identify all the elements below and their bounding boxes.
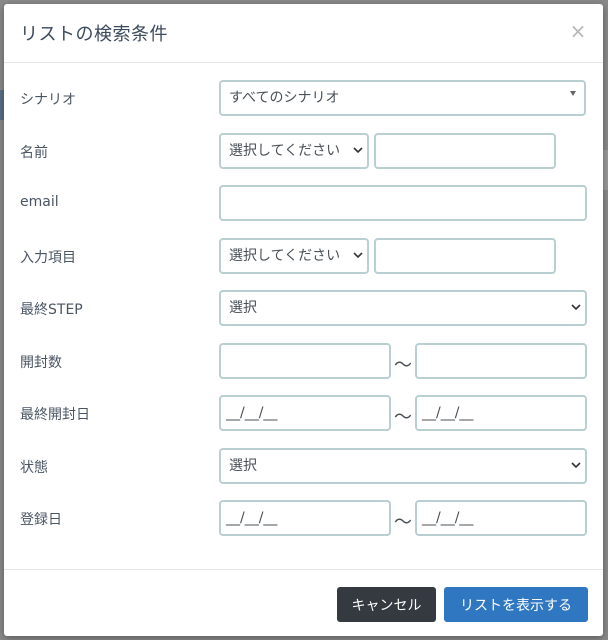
input-item-row: 入力項目 選択してください — [4, 238, 603, 276]
email-input[interactable] — [219, 185, 587, 221]
name-select-value: 選択してください — [229, 143, 341, 159]
cancel-button[interactable]: キャンセル — [337, 587, 436, 622]
status-select[interactable]: 選択 — [219, 448, 587, 484]
registered-date-label: 登録日 — [20, 512, 62, 528]
status-select-value: 選択 — [229, 458, 257, 474]
email-label: email — [20, 194, 59, 210]
close-icon: × — [569, 19, 587, 43]
last-open-date-label: 最終開封日 — [20, 407, 90, 423]
range-separator: 〜 — [394, 407, 412, 428]
chevron-down-icon — [353, 250, 363, 260]
input-item-input[interactable] — [374, 238, 556, 274]
input-item-select-value: 選択してください — [229, 248, 341, 264]
modal-footer: キャンセル リストを表示する — [4, 569, 603, 637]
registered-date-from-input[interactable]: __/__/__ — [219, 500, 391, 536]
chevron-down-icon — [571, 302, 581, 312]
last-step-row: 最終STEP 選択 — [4, 290, 603, 328]
name-input[interactable] — [374, 133, 556, 169]
name-row: 名前 選択してください — [4, 133, 603, 171]
input-item-label: 入力項目 — [20, 250, 76, 266]
last-open-date-to-value: __/__/__ — [422, 405, 474, 421]
registered-date-from-value: __/__/__ — [226, 510, 278, 526]
chevron-down-icon — [353, 145, 363, 155]
last-open-date-from-input[interactable]: __/__/__ — [219, 395, 391, 431]
range-separator: 〜 — [394, 512, 412, 533]
registered-date-to-input[interactable]: __/__/__ — [415, 500, 587, 536]
input-item-select[interactable]: 選択してください — [219, 238, 369, 274]
last-open-date-row: 最終開封日 __/__/__ 〜 __/__/__ — [4, 395, 603, 433]
last-step-label: 最終STEP — [20, 302, 83, 318]
open-count-label: 開封数 — [20, 355, 62, 371]
scenario-select-value: すべてのシナリオ — [229, 90, 340, 106]
email-row: email — [4, 185, 603, 223]
dropdown-arrow-icon — [570, 91, 576, 96]
name-select[interactable]: 選択してください — [219, 133, 369, 169]
last-open-date-to-input[interactable]: __/__/__ — [415, 395, 587, 431]
range-separator: 〜 — [394, 355, 412, 376]
last-open-date-from-value: __/__/__ — [226, 405, 278, 421]
status-label: 状態 — [20, 460, 48, 476]
scenario-label: シナリオ — [20, 92, 76, 108]
name-label: 名前 — [20, 145, 48, 161]
scenario-row: シナリオ すべてのシナリオ — [4, 80, 603, 118]
registered-date-to-value: __/__/__ — [422, 510, 474, 526]
background-page-fragment — [603, 150, 608, 190]
last-step-select[interactable]: 選択 — [219, 290, 587, 326]
modal-header: リストの検索条件 × — [4, 4, 603, 63]
status-row: 状態 選択 — [4, 448, 603, 486]
search-conditions-modal: リストの検索条件 × シナリオ すべてのシナリオ 名前 選択してください ema… — [4, 4, 603, 636]
scenario-select[interactable]: すべてのシナリオ — [219, 80, 586, 116]
registered-date-row: 登録日 __/__/__ 〜 __/__/__ — [4, 500, 603, 538]
modal-title: リストの検索条件 — [20, 24, 168, 45]
open-count-to-input[interactable] — [415, 343, 587, 379]
show-list-button[interactable]: リストを表示する — [444, 587, 588, 622]
chevron-down-icon — [571, 460, 581, 470]
open-count-from-input[interactable] — [219, 343, 391, 379]
open-count-row: 開封数 〜 — [4, 343, 603, 381]
last-step-select-value: 選択 — [229, 300, 257, 316]
close-button[interactable]: × — [569, 20, 587, 42]
